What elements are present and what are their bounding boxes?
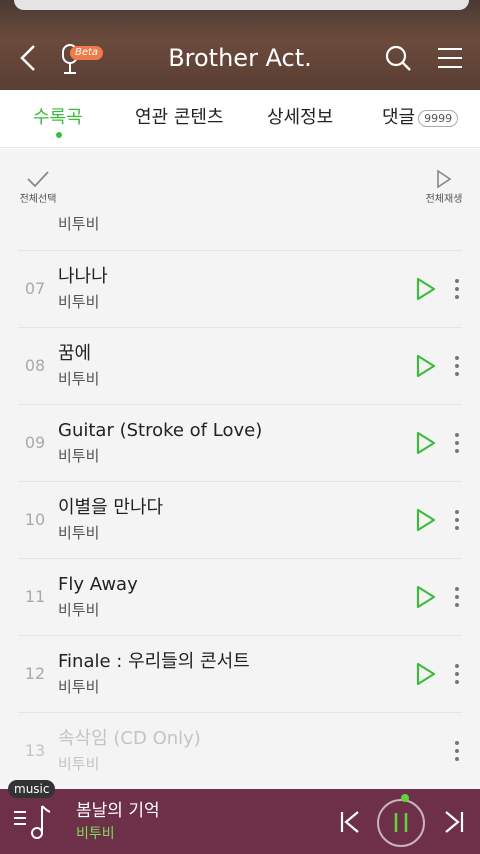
track-row[interactable]: 11 Fly Away 비투비 bbox=[18, 558, 462, 635]
play-icon[interactable] bbox=[414, 507, 438, 533]
now-playing-title[interactable]: 봄날의 기억 bbox=[76, 800, 160, 822]
track-number: 11 bbox=[24, 587, 46, 606]
track-artist[interactable]: 비투비 bbox=[58, 599, 99, 621]
track-row[interactable]: 13 속삭임 (CD Only) 비투비 bbox=[18, 712, 462, 789]
play-icon[interactable] bbox=[414, 430, 438, 456]
track-title[interactable]: 이별을 만나다 bbox=[58, 496, 163, 520]
track-artist[interactable]: 비투비 bbox=[58, 445, 99, 467]
music-tag: music bbox=[8, 780, 56, 798]
more-options-icon[interactable] bbox=[450, 662, 464, 686]
track-artist[interactable]: 비투비 bbox=[58, 291, 99, 313]
tab-tracks[interactable]: 수록곡 bbox=[33, 106, 83, 130]
more-options-icon[interactable] bbox=[450, 431, 464, 455]
track-title[interactable]: 꿈에 bbox=[58, 342, 91, 366]
more-options-icon[interactable] bbox=[450, 508, 464, 532]
track-row[interactable]: 12 Finale : 우리들의 콘서트 비투비 bbox=[18, 635, 462, 712]
next-track-icon[interactable] bbox=[442, 808, 466, 836]
previous-track-icon[interactable] bbox=[338, 808, 362, 836]
play-icon[interactable] bbox=[414, 584, 438, 610]
tab-details[interactable]: 상세정보 bbox=[267, 106, 333, 130]
active-tab-indicator bbox=[56, 132, 62, 138]
select-all-button[interactable]: 전체선택 bbox=[14, 169, 62, 207]
track-number: 07 bbox=[24, 279, 46, 298]
track-number: 10 bbox=[24, 510, 46, 529]
track-title[interactable]: Guitar (Stroke of Love) bbox=[58, 419, 262, 443]
track-row[interactable]: 10 이별을 만나다 비투비 bbox=[18, 481, 462, 558]
track-number: 13 bbox=[24, 741, 46, 760]
track-title[interactable]: 속삭임 (CD Only) bbox=[58, 727, 201, 751]
play-icon[interactable] bbox=[414, 661, 438, 687]
more-options-icon[interactable] bbox=[450, 277, 464, 301]
play-outline-icon bbox=[437, 169, 452, 189]
play-all-label: 전체재생 bbox=[425, 194, 463, 205]
play-icon[interactable] bbox=[414, 276, 438, 302]
track-artist[interactable]: 비투비 bbox=[58, 368, 99, 390]
voice-search-button[interactable]: Beta bbox=[58, 42, 104, 76]
play-icon[interactable] bbox=[414, 353, 438, 379]
track-row[interactable]: 09 Guitar (Stroke of Love) 비투비 bbox=[18, 404, 462, 481]
tab-bar: 수록곡 연관 콘텐츠 상세정보 댓글 9999 bbox=[0, 90, 480, 148]
track-row[interactable]: 08 꿈에 비투비 bbox=[18, 327, 462, 404]
pause-button[interactable] bbox=[374, 794, 428, 848]
play-all-button[interactable]: 전체재생 bbox=[418, 169, 470, 207]
more-options-icon[interactable] bbox=[450, 585, 464, 609]
track-artist[interactable]: 비투비 bbox=[58, 753, 99, 775]
playlist-note-icon[interactable] bbox=[12, 800, 52, 842]
track-row[interactable]: 07 나나나 비투비 bbox=[18, 250, 462, 327]
track-number: 08 bbox=[24, 356, 46, 375]
track-list-area: 전체선택 전체재생 비투비 07 나나나 비투비 08 꿈에 비투비 09 Guitar (S… bbox=[0, 149, 480, 789]
hamburger-menu-icon[interactable] bbox=[436, 44, 464, 72]
track-artist[interactable]: 비투비 bbox=[58, 522, 99, 544]
now-playing-artist: 비투비 bbox=[76, 826, 115, 842]
track-number: 12 bbox=[24, 664, 46, 683]
more-options-icon[interactable] bbox=[450, 354, 464, 378]
track-title[interactable]: 나나나 bbox=[58, 265, 108, 289]
page-title: Brother Act. bbox=[168, 44, 312, 72]
tab-comments-label: 댓글 bbox=[382, 107, 416, 128]
checkmark-icon bbox=[27, 171, 49, 188]
track-number: 09 bbox=[24, 433, 46, 452]
comment-count-badge: 9999 bbox=[418, 109, 459, 127]
track-title[interactable]: Fly Away bbox=[58, 573, 138, 597]
beta-badge: Beta bbox=[70, 46, 104, 60]
album-header: Beta Brother Act. bbox=[0, 0, 480, 90]
track-title[interactable]: Finale : 우리들의 콘서트 bbox=[58, 650, 250, 674]
track-artist[interactable]: 비투비 bbox=[58, 676, 99, 698]
tab-related-content[interactable]: 연관 콘텐츠 bbox=[135, 106, 224, 130]
back-arrow-icon[interactable] bbox=[14, 40, 42, 76]
search-icon[interactable] bbox=[384, 44, 412, 72]
select-all-label: 전체선택 bbox=[19, 194, 57, 205]
partial-row-artist: 비투비 bbox=[58, 215, 100, 233]
more-options-icon[interactable] bbox=[450, 739, 464, 763]
status-bar-pill bbox=[14, 0, 469, 10]
tab-comments[interactable]: 댓글 9999 bbox=[382, 106, 459, 130]
